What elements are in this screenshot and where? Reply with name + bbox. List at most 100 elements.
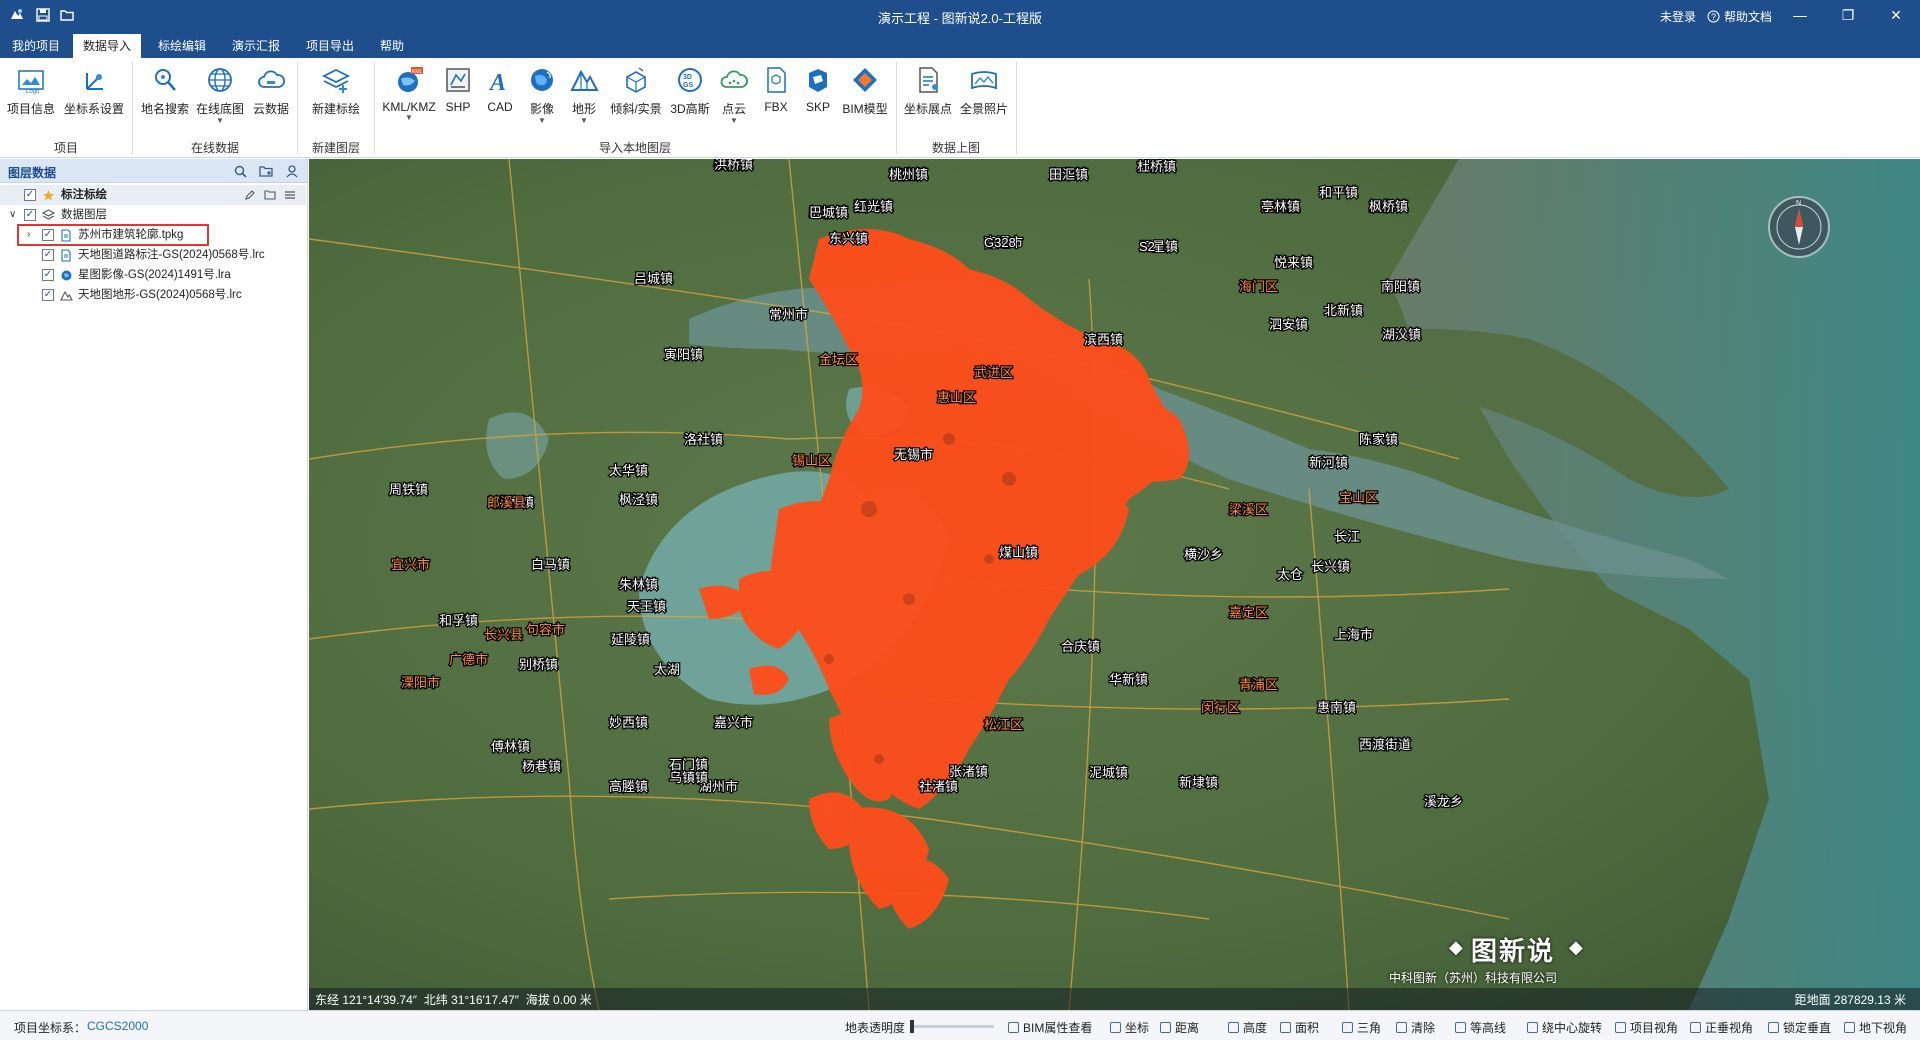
map-place-label: 横沙乡	[1184, 547, 1223, 562]
tool-label: 地下视角	[1859, 1021, 1908, 1035]
skp-button[interactable]: SKP	[800, 64, 836, 122]
help-doc-label: 帮助文档	[1724, 10, 1773, 24]
tree-node-suzhou-buildings[interactable]: › ✓ 苏州市建筑轮廓.tpkg	[0, 224, 306, 246]
map-place-label: 常州市	[769, 307, 808, 322]
map-place-label: 别桥镇	[519, 657, 558, 672]
map-place-label: 西渡街道	[1359, 737, 1411, 752]
list-icon[interactable]	[283, 188, 297, 202]
tab-presentation[interactable]: 演示汇报	[222, 34, 290, 58]
status-tool-3[interactable]: 高度	[1228, 1019, 1267, 1036]
user-settings-icon[interactable]	[284, 163, 300, 179]
map-place-label: 杜桥镇	[1137, 159, 1176, 174]
tab-help[interactable]: 帮助	[370, 34, 414, 58]
status-tool-8[interactable]: 绕中心旋转	[1527, 1019, 1602, 1036]
login-link[interactable]: 未登录	[1660, 8, 1696, 25]
map-place-label: 泗安镇	[1269, 317, 1308, 332]
edit-icon[interactable]	[243, 188, 257, 202]
proj-coord-value[interactable]: CGCS2000	[87, 1019, 148, 1033]
map-place-label: 煤山镇	[999, 545, 1038, 560]
map-place-label: G328	[984, 235, 1016, 250]
shp-button[interactable]: SHP	[440, 64, 476, 122]
add-folder-icon[interactable]	[258, 163, 274, 179]
status-tool-11[interactable]: 锁定垂直	[1768, 1019, 1831, 1036]
status-tool-7[interactable]: 等高线	[1455, 1019, 1506, 1036]
status-tool-1[interactable]: 坐标	[1110, 1019, 1149, 1036]
kml-kmz-button[interactable]: KML KML/KMZ ▼	[382, 64, 436, 122]
surface-opacity-slider[interactable]	[910, 1020, 994, 1033]
expand-arrow-icon[interactable]: ›	[27, 225, 37, 245]
place-search-button[interactable]: 地名搜索	[139, 64, 191, 122]
map-place-label: 陈家镇	[1359, 432, 1398, 447]
3d-gaussian-button[interactable]: 3D GS 3D高斯	[668, 64, 712, 122]
status-tool-2[interactable]: 距离	[1160, 1019, 1199, 1036]
tool-icon	[1342, 1022, 1353, 1033]
help-doc-link[interactable]: ? 帮助文档	[1707, 8, 1772, 25]
company-name: 中科图新（苏州）科技有限公司	[1389, 971, 1558, 985]
cad-button[interactable]: A CAD	[482, 64, 518, 122]
tree-node-data-layers[interactable]: ∨ ✓ 数据图层	[0, 205, 306, 225]
layer-checkbox[interactable]: ✓	[42, 269, 54, 281]
tree-node-satellite-imagery[interactable]: ✓ 星图影像-GS(2024)1491号.lra	[0, 265, 306, 285]
ribbon-toolbar: Logo 项目信息 坐标系设置 项目 地名搜索 在线底图 ▼ 云数据 在线数据 …	[0, 58, 1920, 158]
layer-panel-header: 图层数据	[0, 159, 307, 183]
tree-node-annotations[interactable]: ✓ 标注标绘	[0, 185, 306, 205]
new-plot-button[interactable]: 新建标绘	[308, 64, 364, 122]
map-place-label: 妙西镇	[609, 715, 648, 730]
slider-handle[interactable]	[910, 1020, 914, 1033]
tree-node-terrain[interactable]: ✓ 天地图地形-GS(2024)0568号.lrc	[0, 285, 306, 305]
tool-icon	[1844, 1022, 1855, 1033]
coord-system-button[interactable]: 坐标系设置	[62, 64, 126, 122]
coord-points-button[interactable]: 坐标展点	[902, 64, 954, 122]
layer-panel: 图层数据 ✓ 标注标绘 ∨ ✓ 数据图层 › ✓ 苏州市建筑轮廓.tpkg ✓ …	[0, 159, 308, 1010]
status-tool-10[interactable]: 正垂视角	[1690, 1019, 1753, 1036]
imagery-button[interactable]: 影像 ▼	[524, 64, 560, 125]
close-button[interactable]: ✕	[1874, 0, 1918, 30]
group-label-online: 在线数据	[190, 141, 239, 155]
tree-node-road-labels[interactable]: ✓ 天地图道路标注-GS(2024)0568号.lrc	[0, 245, 306, 265]
group-label-local-import: 导入本地图层	[598, 141, 671, 155]
tool-label: 清除	[1411, 1021, 1436, 1035]
tab-plot-edit[interactable]: 标绘编辑	[148, 34, 216, 58]
cloud-data-button[interactable]: 云数据	[249, 64, 293, 122]
new-layer-icon	[320, 64, 352, 96]
tab-project-export[interactable]: 项目导出	[296, 34, 364, 58]
add-folder-icon[interactable]	[263, 188, 277, 202]
tab-data-import[interactable]: 数据导入	[73, 34, 142, 58]
bim-model-button[interactable]: BIM模型	[840, 64, 890, 122]
layer-checkbox[interactable]: ✓	[24, 189, 36, 201]
status-tool-4[interactable]: 面积	[1280, 1019, 1319, 1036]
restore-button[interactable]: ❐	[1826, 0, 1870, 30]
status-tool-9[interactable]: 项目视角	[1615, 1019, 1678, 1036]
tool-label: 距离	[1175, 1021, 1200, 1035]
tool-icon	[1527, 1022, 1538, 1033]
fbx-button[interactable]: FBX	[758, 64, 794, 122]
terrain-button[interactable]: 地形 ▼	[566, 64, 602, 125]
map-viewport[interactable]: N 泰兴市 石庄镇 九华镇 刘桥镇 通州区 正余镇 虹桥镇 孤山镇 南通市 三星镇 悦来镇 南阳镇 东兴…	[309, 159, 1920, 1010]
minimize-button[interactable]: —	[1778, 0, 1822, 30]
map-place-label: 张渚镇	[949, 764, 988, 779]
status-tool-0[interactable]: BIM属性查看	[1008, 1019, 1092, 1036]
map-place-label: 枫泾镇	[619, 492, 658, 507]
search-icon[interactable]	[232, 163, 248, 179]
map-place-label: 惠南镇	[1317, 700, 1356, 715]
title-bar: 演示工程 - 图新说2.0-工程版 未登录 ? 帮助文档 — ❐ ✕	[0, 0, 1920, 30]
tab-my-projects[interactable]: 我的项目	[2, 34, 70, 58]
tool-label: 绕中心旋转	[1542, 1021, 1603, 1035]
status-tool-5[interactable]: 三角	[1342, 1019, 1381, 1036]
status-tool-12[interactable]: 地下视角	[1844, 1019, 1907, 1036]
status-tool-6[interactable]: 清除	[1396, 1019, 1435, 1036]
collapse-arrow-icon[interactable]: ∨	[9, 205, 19, 225]
cad-icon: A	[484, 64, 516, 96]
oblique-button[interactable]: 倾斜/实景	[608, 64, 664, 122]
point-cloud-button[interactable]: 点云 ▼	[716, 64, 752, 125]
map-place-label: 上海市	[1334, 627, 1373, 642]
panorama-photo-button[interactable]: 全景照片	[958, 64, 1010, 122]
layer-checkbox[interactable]: ✓	[42, 229, 54, 241]
layer-checkbox[interactable]: ✓	[24, 209, 36, 221]
online-basemap-button[interactable]: 在线底图 ▼	[194, 64, 246, 125]
layer-checkbox[interactable]: ✓	[42, 289, 54, 301]
project-info-button[interactable]: Logo 项目信息	[6, 64, 56, 122]
layer-checkbox[interactable]: ✓	[42, 249, 54, 261]
tool-label: BIM属性查看	[1023, 1021, 1093, 1035]
map-place-label: 梁溪区	[1229, 502, 1268, 517]
